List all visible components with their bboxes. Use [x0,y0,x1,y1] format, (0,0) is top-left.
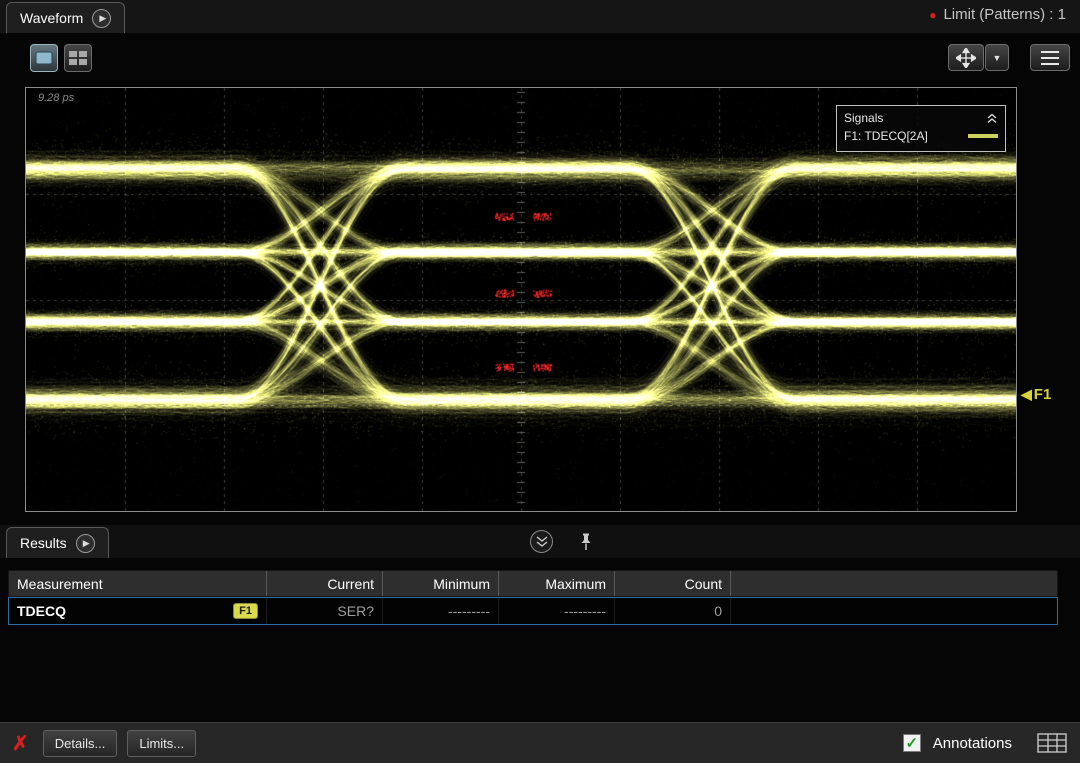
limit-status-text: Limit (Patterns) : 1 [943,6,1066,23]
source-badge-f1: F1 [233,603,258,619]
time-scale-label: 9.28 ps [38,92,74,104]
double-chevron-down-icon [535,535,549,548]
quad-display-layout-button[interactable] [64,44,92,72]
header-measurement[interactable]: Measurement [9,571,267,596]
hamburger-icon [1041,51,1059,53]
tab-results[interactable]: Results ▶ [6,527,109,558]
tab-waveform[interactable]: Waveform ▶ [6,2,125,33]
display-menu-button[interactable] [1030,44,1070,71]
collapse-results-panel-button[interactable] [530,530,553,553]
header-maximum[interactable]: Maximum [499,571,615,596]
row-empty-cell [731,598,1057,624]
count-value: 0 [615,598,731,624]
pan-tool-button[interactable] [948,44,984,71]
pushpin-icon [579,532,593,551]
maximum-value: --------- [499,598,615,624]
table-grid-icon [1036,732,1068,754]
results-tab-label: Results [20,535,67,551]
pan-options-dropdown-button[interactable]: ▼ [985,44,1009,71]
pan-arrows-icon [956,48,976,68]
legend-entry-label: F1: TDECQ[2A] [844,129,928,143]
waveform-tab-label: Waveform [20,10,83,26]
header-empty [731,571,1057,596]
details-button[interactable]: Details... [43,730,118,757]
delete-measurement-button[interactable]: ✗ [12,731,29,756]
annotations-checkbox[interactable]: ✓ [903,734,921,752]
waveform-run-icon[interactable]: ▶ [92,9,111,28]
limits-button[interactable]: Limits... [127,730,196,757]
f1-source-marker[interactable]: ◀ F1 [1021,386,1051,403]
marker-left-triangle-icon: ◀ [1021,386,1032,403]
table-row-tdecq[interactable]: TDECQ F1 SER? --------- --------- 0 [8,597,1058,625]
header-current[interactable]: Current [267,571,383,596]
single-display-layout-button[interactable] [30,44,58,72]
limit-status-red-dot-icon: ● [929,9,936,21]
minimum-value: --------- [383,598,499,624]
single-display-icon [35,51,53,65]
pin-results-panel-button[interactable] [575,529,597,553]
quad-display-icon [69,51,87,65]
measurement-name: TDECQ [17,603,66,619]
legend-collapse-icon[interactable] [986,113,998,124]
results-footer-bar: ✗ Details... Limits... ✓ Annotations [0,722,1080,763]
annotations-label: Annotations [933,735,1012,752]
limit-status: ● Limit (Patterns) : 1 [929,6,1066,23]
results-run-icon[interactable]: ▶ [76,534,95,553]
legend-title: Signals [844,111,883,125]
chevron-down-icon: ▼ [993,53,1002,63]
legend-entry-color-swatch [968,134,998,138]
check-icon: ✓ [905,736,918,751]
results-tab-bar: Results ▶ [0,525,1080,558]
current-value: SER? [267,598,383,624]
marker-label: F1 [1034,386,1052,403]
signals-legend[interactable]: Signals F1: TDECQ[2A] [836,105,1006,152]
results-table: Measurement Current Minimum Maximum Coun… [8,570,1058,625]
waveform-display-area[interactable]: 9.28 ps Signals F1: TDECQ[2A] [25,87,1017,512]
header-minimum[interactable]: Minimum [383,571,499,596]
annotations-table-view-button[interactable] [1036,732,1068,754]
top-tab-bar: Waveform ▶ ● Limit (Patterns) : 1 [0,0,1080,33]
scope-application-window: Waveform ▶ ● Limit (Patterns) : 1 [0,0,1080,763]
header-count[interactable]: Count [615,571,731,596]
results-table-header: Measurement Current Minimum Maximum Coun… [8,570,1058,597]
